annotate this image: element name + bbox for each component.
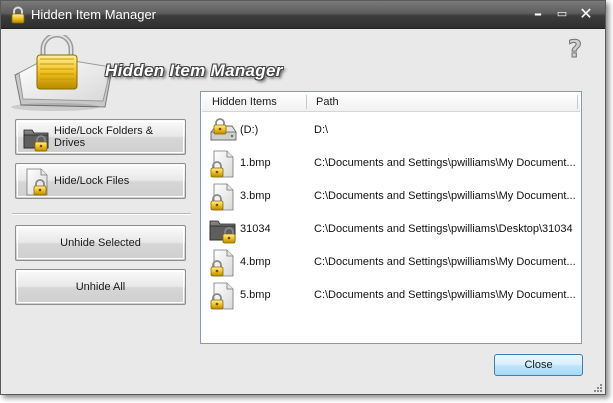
help-glyph: ? [568,35,582,63]
item-name: (D:) [240,124,259,136]
file-lock-icon [210,150,234,178]
divider [12,213,191,215]
column-header-path[interactable]: Path [316,96,339,108]
file-lock-icon [26,168,48,196]
item-name: 4.bmp [240,256,271,268]
item-path: C:\Documents and Settings\pwilliams\My D… [314,289,576,301]
list-item[interactable]: 4.bmp C:\Documents and Settings\pwilliam… [202,246,580,279]
item-name: 31034 [240,223,271,235]
list-item[interactable]: 31034 C:\Documents and Settings\pwilliam… [202,213,580,246]
column-divider[interactable] [577,95,578,109]
item-path: C:\Documents and Settings\pwilliams\My D… [314,190,576,202]
hide-folders-drives-label: Hide/Lock Folders & Drives [54,125,154,149]
file-lock-icon [210,282,234,310]
unhide-selected-button[interactable]: Unhide Selected [15,225,186,261]
resize-grip-icon[interactable] [593,383,603,393]
drive-lock-icon [210,118,237,141]
lock-icon [11,6,25,24]
column-divider[interactable] [306,95,307,109]
file-lock-icon [210,249,234,277]
item-path: C:\Documents and Settings\pwilliams\Desk… [314,223,573,235]
folder-lock-icon [23,129,49,152]
unhide-selected-label: Unhide Selected [60,237,141,249]
list-item[interactable]: 3.bmp C:\Documents and Settings\pwilliam… [202,180,580,213]
item-path: D:\ [314,124,329,136]
list-item[interactable]: 5.bmp C:\Documents and Settings\pwilliam… [202,279,580,312]
close-button[interactable]: Close [494,354,583,376]
banner-title: Hidden Item Manager [105,61,283,80]
hide-folders-drives-button[interactable]: Hide/Lock Folders & Drives [15,119,186,155]
column-header-hidden-items[interactable]: Hidden Items [212,96,277,108]
unhide-all-label: Unhide All [75,281,126,293]
hide-files-label: Hide/Lock Files [54,175,130,187]
close-window-button[interactable]: ✕ [577,5,595,23]
window-title: Hidden Item Manager [31,7,157,22]
item-path: C:\Documents and Settings\pwilliams\My D… [314,256,576,268]
app-window: Hidden Item Manager – ▭ ✕ ? Hidden Item … [0,0,606,395]
item-name: 3.bmp [240,190,271,202]
item-name: 5.bmp [240,289,271,301]
item-path: C:\Documents and Settings\pwilliams\My D… [314,157,576,169]
unhide-all-button[interactable]: Unhide All [15,269,186,305]
help-icon[interactable]: ? [563,35,587,63]
folder-lock-icon [209,220,236,244]
file-lock-icon [210,183,234,211]
list-item[interactable]: (D:) D:\ [202,114,580,147]
item-name: 1.bmp [240,157,271,169]
list-header: Hidden Items Path [202,93,580,112]
title-bar[interactable]: Hidden Item Manager – ▭ ✕ [1,1,605,29]
hidden-items-list[interactable]: Hidden Items Path (D:) D:\ 1.bmp C:\Docu… [200,91,582,344]
hide-files-button[interactable]: Hide/Lock Files [15,163,186,199]
list-item[interactable]: 1.bmp C:\Documents and Settings\pwilliam… [202,147,580,180]
maximize-button[interactable]: ▭ [553,5,571,23]
minimize-button[interactable]: – [529,5,547,23]
